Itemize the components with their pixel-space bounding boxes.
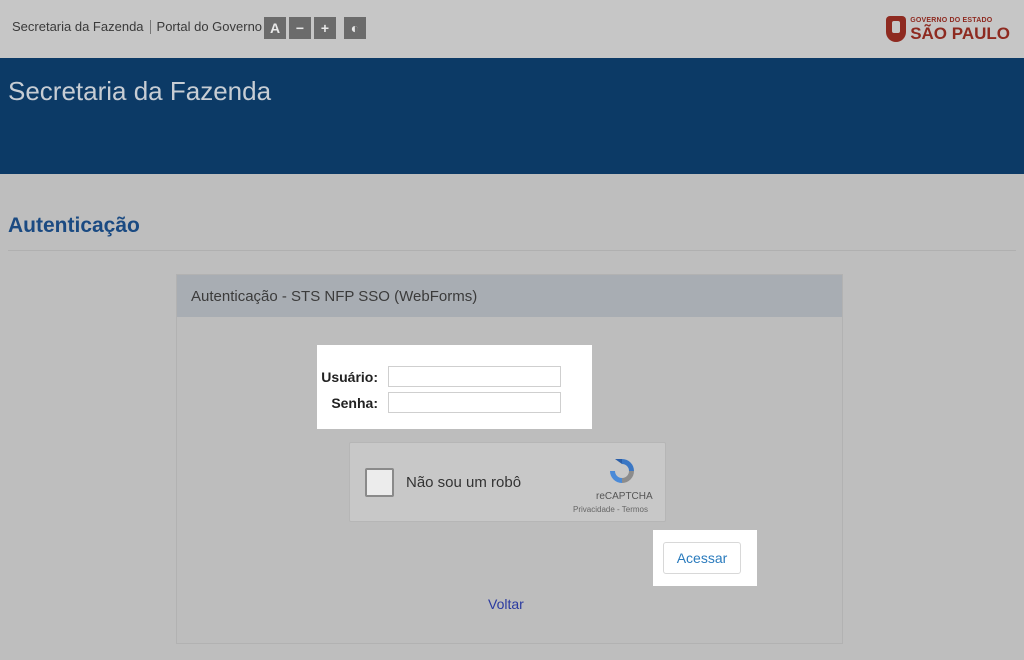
contrast-icon[interactable]: ◐ (344, 17, 366, 39)
header-banner: Secretaria da Fazenda (0, 58, 1024, 174)
accessibility-controls: A − + ◐ (264, 17, 366, 39)
password-label: Senha: (331, 394, 378, 411)
user-row: Usuário: (317, 366, 561, 387)
link-secretaria-fazenda[interactable]: Secretaria da Fazenda (12, 19, 144, 34)
coat-of-arms-icon (886, 16, 907, 42)
logo-line-1: GOVERNO DO ESTADO (910, 16, 993, 24)
title-divider (8, 250, 1016, 251)
user-input[interactable] (388, 366, 561, 387)
recaptcha-checkbox[interactable] (365, 468, 394, 497)
page-title: Autenticação (8, 214, 140, 237)
voltar-link[interactable]: Voltar (488, 596, 524, 612)
top-links: Secretaria da Fazenda Portal do Governo (12, 19, 262, 34)
submit-highlight: Acessar (653, 530, 757, 586)
credentials-form: Usuário: Senha: (317, 345, 592, 429)
logo-line-2: SÃO PAULO (910, 23, 1010, 43)
recaptcha-terms[interactable]: Privacidade - Termos (573, 505, 648, 514)
recaptcha-icon (610, 459, 634, 483)
acessar-button[interactable]: Acessar (663, 542, 741, 574)
recaptcha-brand: reCAPTCHA (596, 491, 653, 502)
panel-heading: Autenticação - STS NFP SSO (WebForms) (177, 275, 842, 317)
link-separator (149, 19, 151, 34)
link-portal-governo[interactable]: Portal do Governo (157, 19, 263, 34)
recaptcha-label: Não sou um robô (406, 474, 522, 491)
recaptcha-widget: Não sou um robô reCAPTCHA Privacidade - … (349, 442, 666, 522)
user-label: Usuário: (321, 368, 378, 385)
font-increase-button[interactable]: + (314, 17, 336, 39)
password-row: Senha: (317, 392, 561, 413)
banner-title: Secretaria da Fazenda (8, 76, 272, 106)
top-bar: Secretaria da Fazenda Portal do Governo … (0, 0, 1024, 58)
font-decrease-button[interactable]: − (289, 17, 311, 39)
font-normal-button[interactable]: A (264, 17, 286, 39)
password-input[interactable] (388, 392, 561, 413)
sao-paulo-logo[interactable]: GOVERNO DO ESTADO SÃO PAULO (886, 16, 1010, 42)
